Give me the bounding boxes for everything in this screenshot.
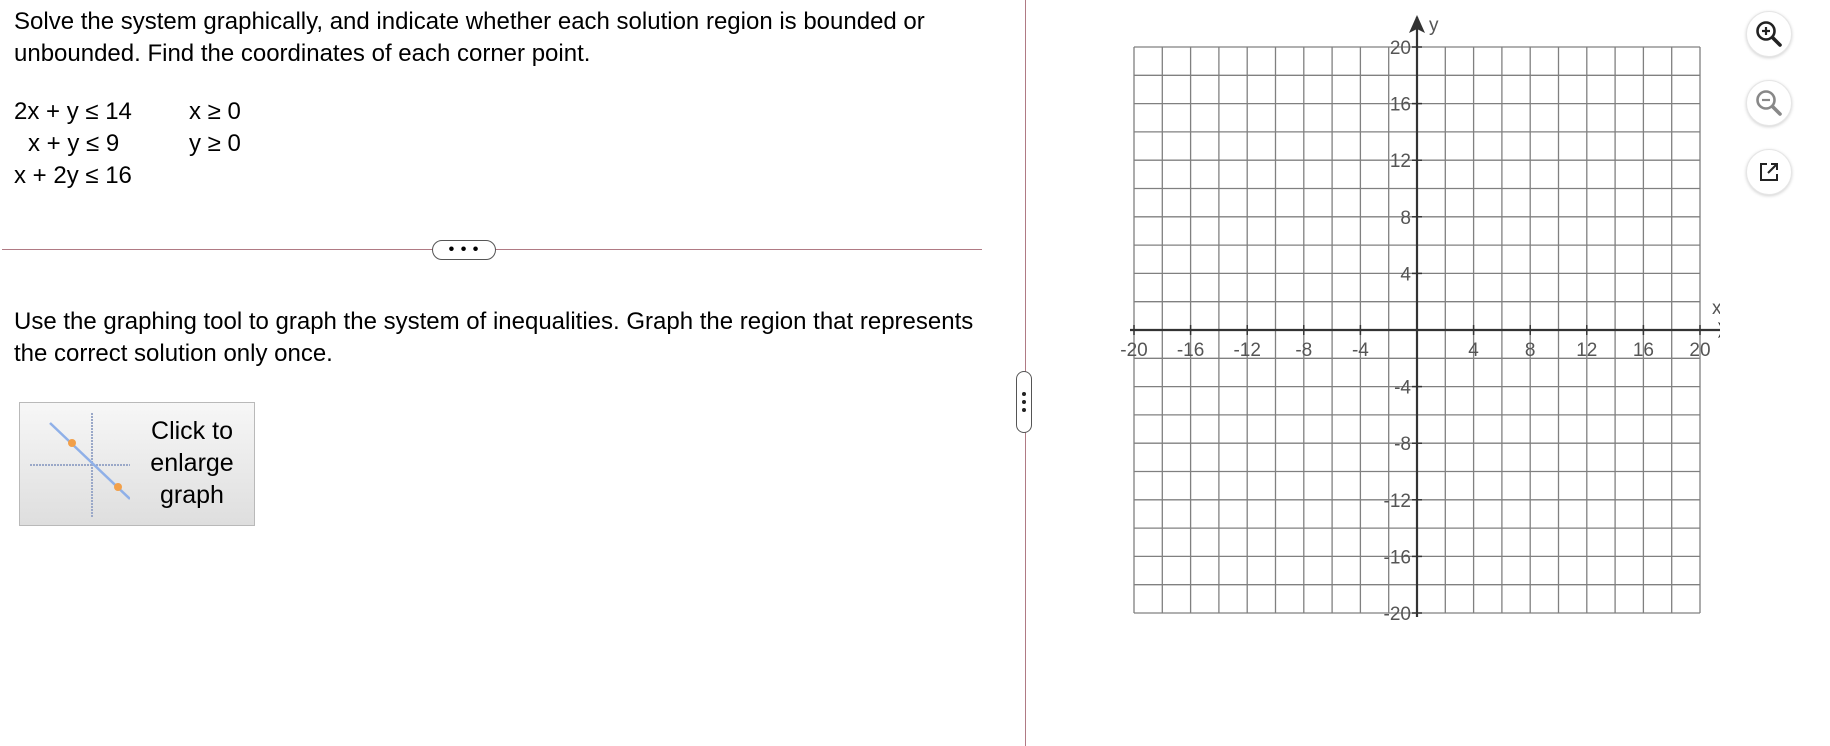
zoom-out-icon (1756, 90, 1782, 116)
enlarge-graph-label: Click to enlarge graph (150, 417, 234, 509)
y-tick-label: 8 (1400, 208, 1411, 229)
x-tick-label: 20 (1689, 340, 1710, 361)
y-tick-label: 20 (1390, 38, 1411, 59)
y-axis-label: y (1429, 15, 1439, 36)
instructions-text: Use the graphing tool to graph the syste… (14, 308, 974, 367)
y-tick-label: -20 (1384, 604, 1411, 625)
external-link-icon (1760, 163, 1778, 181)
zoom-out-button[interactable] (1746, 80, 1792, 126)
y-tick-label: -8 (1394, 434, 1411, 455)
inequality-x-nonneg: x ≥ 0 (189, 98, 241, 125)
zoom-in-icon (1756, 21, 1782, 47)
inequality-3: x + 2y ≤ 16 (14, 162, 132, 189)
zoom-in-button[interactable] (1746, 11, 1792, 57)
y-tick-label: 12 (1390, 151, 1411, 172)
x-tick-label: -8 (1295, 340, 1312, 361)
inequality-1: 2x + y ≤ 14 (14, 98, 132, 125)
x-tick-label: 8 (1525, 340, 1536, 361)
graph-thumbnail-icon (30, 413, 130, 517)
problem-prompt: Solve the system graphically, and indica… (14, 8, 925, 67)
y-tick-label: -16 (1384, 547, 1411, 568)
inequality-2: x + y ≤ 9 (28, 130, 120, 157)
inequality-y-nonneg: y ≥ 0 (189, 130, 241, 157)
x-tick-label: -20 (1120, 340, 1147, 361)
expand-divider-button[interactable]: • • • (432, 240, 496, 260)
enlarge-graph-button[interactable]: Click to enlarge graph (19, 402, 255, 526)
y-tick-label: -12 (1384, 491, 1411, 512)
x-axis-label: x (1712, 298, 1720, 319)
question-panel: Solve the system graphically, and indica… (0, 0, 1025, 746)
y-tick-label: 4 (1400, 264, 1411, 285)
splitter-handle[interactable] (1016, 371, 1032, 433)
x-tick-label: 12 (1576, 340, 1597, 361)
x-tick-label: 4 (1468, 340, 1479, 361)
y-tick-label: -4 (1394, 378, 1411, 399)
x-tick-label: -16 (1177, 340, 1204, 361)
popout-button[interactable] (1746, 149, 1792, 195)
coordinate-grid[interactable]: x y -20 -16 -12 -8 -4 4 8 12 16 20 20 16 12 8 4 -4 -8 -12 -1… (1100, 0, 1720, 660)
x-tick-label: -12 (1233, 340, 1260, 361)
x-tick-label: 16 (1633, 340, 1654, 361)
y-tick-label: 16 (1390, 95, 1411, 116)
x-tick-label: -4 (1352, 340, 1369, 361)
